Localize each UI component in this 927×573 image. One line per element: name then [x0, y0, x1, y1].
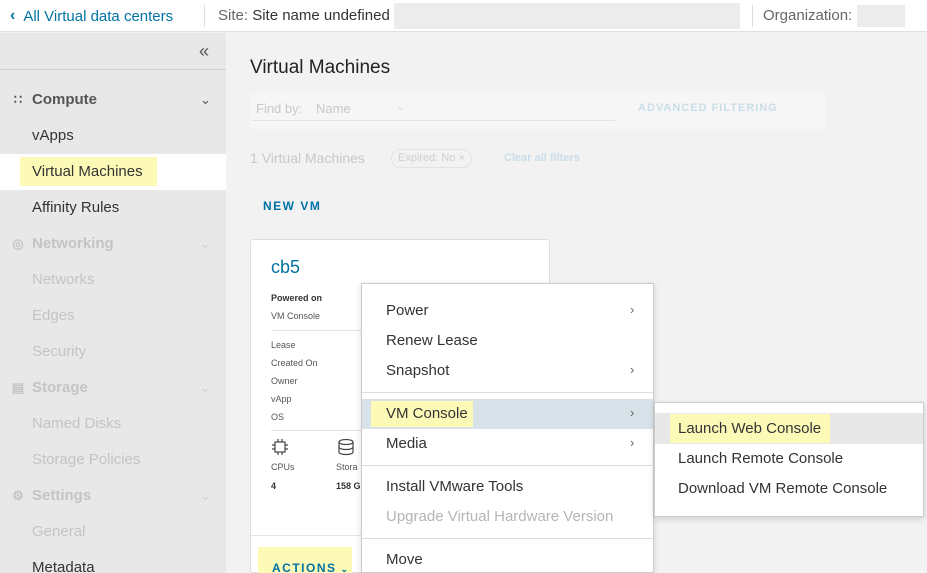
sidebar-item-security[interactable]: Security [32, 343, 86, 360]
divider [752, 5, 753, 27]
menu-item-move[interactable]: Move [386, 551, 423, 568]
filter-chip[interactable]: Expired: No × [391, 149, 472, 168]
field-label: Owner [271, 376, 298, 386]
sidebar-item-vapps[interactable]: vApps [32, 127, 74, 144]
site-label: Site: [218, 7, 249, 24]
back-link-label: All Virtual data centers [23, 7, 174, 25]
close-icon[interactable]: × [459, 152, 465, 164]
section-label: Storage [32, 379, 88, 396]
find-by-label: Find by: [256, 101, 303, 116]
sidebar-section-networking[interactable]: ◎ Networking [10, 235, 114, 252]
menu-item-install-vmware-tools[interactable]: Install VMware Tools [386, 478, 523, 495]
sidebar-item-general[interactable]: General [32, 523, 85, 540]
menu-item-vm-console[interactable]: VM Console [386, 405, 468, 422]
sidebar-item-named-disks[interactable]: Named Disks [32, 415, 121, 432]
actions-label: ACTIONS [272, 561, 337, 573]
field-label: Created On [271, 358, 318, 368]
sidebar-section-settings[interactable]: ⚙ Settings [10, 487, 91, 504]
grid-icon: ∷ [13, 91, 23, 107]
storage-value: 158 G [336, 481, 361, 491]
submenu-item-download-vm-remote-console[interactable]: Download VM Remote Console [678, 480, 887, 497]
chevron-down-icon: ⌄ [336, 564, 350, 573]
field-label: OS [271, 412, 285, 422]
sidebar-section-compute[interactable]: ∷ Compute [10, 91, 97, 108]
vm-console-link[interactable]: VM Console [271, 311, 320, 321]
cpus-label: CPUs [271, 462, 295, 472]
new-vm-button[interactable]: NEW VM [263, 199, 321, 213]
actions-button[interactable]: ACTIONS ⌄ [272, 561, 350, 573]
submenu-item-launch-web-console[interactable]: Launch Web Console [678, 420, 821, 437]
menu-item-media[interactable]: Media [386, 435, 427, 452]
sidebar-item-edges[interactable]: Edges [32, 307, 75, 324]
gear-icon: ⚙ [12, 487, 24, 503]
redacted-area [857, 5, 905, 27]
find-by-select[interactable]: Name [316, 101, 351, 116]
cpus-value: 4 [271, 481, 277, 491]
sidebar-item-metadata[interactable]: Metadata [32, 559, 95, 573]
sidebar-item-affinity-rules[interactable]: Affinity Rules [32, 199, 119, 216]
storage-label: Stora [336, 462, 358, 472]
chip-label: Expired: No [398, 152, 456, 164]
divider [0, 69, 226, 70]
chevron-down-icon[interactable]: ⌄ [396, 100, 405, 113]
redacted-area [394, 3, 740, 29]
sidebar-item-storage-policies[interactable]: Storage Policies [32, 451, 140, 468]
section-label: Networking [32, 235, 114, 252]
site-value: Site name undefined [252, 7, 390, 24]
submenu-item-launch-remote-console[interactable]: Launch Remote Console [678, 450, 843, 467]
find-by-underline [252, 120, 615, 121]
chevron-down-icon[interactable]: ⌄ [200, 92, 211, 108]
field-label: Lease [271, 340, 296, 350]
menu-item-snapshot[interactable]: Snapshot [386, 362, 449, 379]
divider [362, 465, 653, 466]
chevron-down-icon[interactable]: ⌄ [200, 380, 211, 396]
divider [362, 392, 653, 393]
advanced-filtering-button[interactable]: ADVANCED FILTERING [638, 102, 778, 114]
menu-item-power[interactable]: Power [386, 302, 429, 319]
vm-status: Powered on [271, 293, 323, 303]
storage-icon: ▤ [11, 379, 25, 395]
vm-count-value: 1 [250, 150, 258, 166]
field-label: vApp [271, 394, 292, 404]
chevron-down-icon[interactable]: ⌄ [200, 236, 211, 252]
storage-icon [338, 438, 354, 456]
organization-label: Organization: [763, 7, 853, 24]
section-label: Settings [32, 487, 92, 504]
network-icon: ◎ [12, 235, 24, 251]
sidebar-section-storage[interactable]: ▤ Storage [10, 379, 88, 396]
cpu-icon [272, 439, 288, 455]
back-link[interactable]: ‹ All Virtual data centers [10, 7, 173, 25]
sidebar-item-networks[interactable]: Networks [32, 271, 95, 288]
divider [271, 330, 361, 331]
chevron-right-icon: › [630, 405, 635, 420]
divider [362, 538, 653, 539]
divider [271, 430, 361, 431]
double-chevron-left-icon[interactable]: « [199, 41, 209, 62]
divider [204, 5, 205, 27]
menu-item-upgrade-virtual-hardware: Upgrade Virtual Hardware Version [386, 508, 614, 525]
site-info: Site: Site name undefined [218, 7, 390, 24]
chevron-left-icon: ‹ [10, 7, 16, 24]
chevron-down-icon[interactable]: ⌄ [200, 488, 211, 504]
vm-count: 1 Virtual Machines [250, 150, 365, 166]
section-label: Compute [32, 91, 97, 108]
chevron-right-icon: › [630, 435, 635, 450]
sidebar-item-virtual-machines[interactable]: Virtual Machines [32, 163, 143, 180]
chevron-right-icon: › [630, 362, 635, 377]
chevron-right-icon: › [630, 302, 635, 317]
clear-all-filters-link[interactable]: Clear all filters [504, 152, 580, 164]
vm-count-label: Virtual Machines [261, 150, 365, 166]
page-title: Virtual Machines [250, 57, 391, 78]
menu-item-renew-lease[interactable]: Renew Lease [386, 332, 478, 349]
vm-name-link[interactable]: cb5 [271, 257, 300, 278]
